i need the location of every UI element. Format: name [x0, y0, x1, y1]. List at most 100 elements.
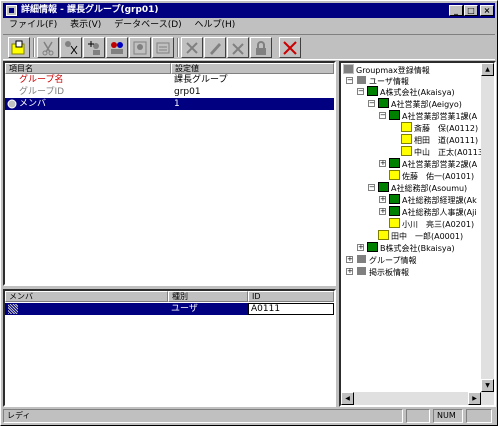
user-icon [389, 218, 400, 228]
tree-user-saito[interactable]: 斎藤 保(A0112) [401, 122, 478, 133]
tree-company-a[interactable]: A株式会社(Akaisya) [367, 86, 455, 97]
status-bar: レディ NUM [3, 407, 495, 425]
user-icon [401, 134, 412, 144]
delete-user-icon [186, 41, 198, 54]
member-row-icon [8, 304, 18, 314]
remove-button[interactable] [227, 37, 249, 58]
status-cell [406, 409, 430, 423]
properties-button[interactable] [129, 37, 151, 58]
member-id-input[interactable]: A0111 [248, 303, 334, 315]
user-icon [378, 230, 389, 240]
property-panel: 項目名 設定値 グループ名 課長グループ グループID grp01 メンバ 1 [3, 61, 336, 286]
section-icon [389, 110, 400, 120]
minimize-button[interactable]: _ [449, 5, 463, 16]
tree-company-b[interactable]: B株式会社(Bkaisya) [367, 242, 455, 253]
title-bar: 詳細情報 - 課長グループ(grp01) _ □ × [3, 3, 495, 18]
company-icon [367, 242, 378, 252]
register-button[interactable] [152, 37, 174, 58]
tree-panel: Groupmax登録情報 − ユーザ情報 − A株式会社(Akaisya) − … [339, 61, 496, 407]
member-icon [7, 99, 17, 109]
member-label: メンバ [19, 99, 47, 109]
folder-icon [11, 40, 25, 54]
expand-toggle[interactable]: − [368, 184, 375, 191]
expand-toggle[interactable]: + [379, 160, 386, 167]
tree-soumu-keiri[interactable]: A社総務部経理課(Ak [389, 194, 477, 205]
delete-user-button[interactable] [181, 37, 203, 58]
tree-user-sato[interactable]: 佐藤 佑一(A0101) [389, 170, 474, 181]
user-icon [401, 146, 412, 156]
member-value: 1 [174, 99, 180, 109]
menu-help[interactable]: ヘルプ(H) [195, 20, 236, 30]
tree-eigyo1[interactable]: A社営業部営業1課(A [389, 110, 477, 121]
header-member[interactable]: メンバ [5, 291, 168, 302]
expand-toggle[interactable]: − [357, 88, 364, 95]
pencil-icon [210, 42, 221, 55]
lock-button[interactable] [250, 37, 272, 58]
section-icon [389, 194, 400, 204]
tree-soumu[interactable]: A社総務部(Asoumu) [378, 182, 467, 193]
table-row[interactable]: グループID grp01 [5, 86, 334, 98]
expand-toggle[interactable]: + [357, 244, 364, 251]
num-indicator: NUM [433, 409, 463, 423]
tree-user-info[interactable]: ユーザ情報 [356, 75, 409, 86]
open-folder-button[interactable] [8, 37, 30, 58]
tree-user-nakayama[interactable]: 中山 正太(A0113 [401, 146, 483, 157]
edit-button[interactable] [204, 37, 226, 58]
scissors-icon [42, 41, 54, 55]
scroll-down-arrow[interactable]: ▼ [481, 379, 494, 392]
member-row[interactable]: ユーザ A0111 [5, 303, 334, 315]
tree-root[interactable]: Groupmax登録情報 [343, 64, 430, 75]
menu-view[interactable]: 表示(V) [70, 20, 101, 30]
table-row-selected[interactable]: メンバ 1 [5, 98, 334, 110]
group-icon [356, 254, 367, 264]
header-type[interactable]: 種別 [168, 291, 248, 302]
expand-toggle[interactable]: + [379, 196, 386, 203]
group-name-label: グループ名 [19, 75, 64, 85]
expand-toggle[interactable]: − [379, 112, 386, 119]
users-icon [111, 41, 123, 54]
tree-eigyo[interactable]: A社営業部(Aeigyo) [378, 98, 462, 109]
maximize-button[interactable]: □ [464, 5, 478, 16]
users-button[interactable] [106, 37, 128, 58]
vertical-scrollbar[interactable]: ▲ ▼ [481, 63, 494, 405]
scroll-up-arrow[interactable]: ▲ [481, 63, 494, 76]
register-icon [156, 42, 170, 53]
header-value[interactable]: 設定値 [171, 63, 334, 74]
user-icon [401, 122, 412, 132]
toolbar [3, 34, 495, 60]
status-text: レディ [3, 409, 403, 423]
expand-toggle[interactable]: − [346, 77, 353, 84]
header-item-name[interactable]: 項目名 [5, 63, 171, 74]
scroll-right-arrow[interactable]: ▶ [468, 392, 481, 405]
table-row[interactable]: グループ名 課長グループ [5, 74, 334, 86]
tree-user-tanaka[interactable]: 田中 一郎(A0001) [378, 230, 463, 241]
header-id[interactable]: ID [248, 291, 334, 302]
member-type: ユーザ [171, 304, 198, 314]
menu-bar: ファイル(F) 表示(V) データベース(D) ヘルプ(H) [3, 18, 495, 33]
expand-toggle[interactable]: + [346, 256, 353, 263]
add-user-button[interactable] [83, 37, 105, 58]
tree-soumu-jinji[interactable]: A社総務部人事課(Aji [389, 206, 477, 217]
scroll-left-arrow[interactable]: ◀ [341, 392, 354, 405]
section-icon [389, 158, 400, 168]
menu-database[interactable]: データベース(D) [114, 20, 182, 30]
user-cut-button[interactable] [60, 37, 82, 58]
menu-file[interactable]: ファイル(F) [9, 20, 57, 30]
horizontal-scrollbar[interactable]: ◀ ▶ [341, 392, 481, 405]
department-icon [378, 182, 389, 192]
expand-toggle[interactable]: − [368, 100, 375, 107]
expand-toggle[interactable]: + [346, 268, 353, 275]
tree-bbs-info[interactable]: 掲示板情報 [356, 266, 409, 277]
tree-group-info[interactable]: グループ情報 [356, 254, 417, 265]
cut-button[interactable] [37, 37, 59, 58]
company-icon [367, 86, 378, 96]
tree-user-ogawa[interactable]: 小川 亮三(A0201) [389, 218, 474, 229]
status-cell [466, 409, 492, 423]
tree-eigyo2[interactable]: A社営業部営業2課(A [389, 158, 477, 169]
expand-toggle[interactable]: + [379, 208, 386, 215]
main-window: 詳細情報 - 課長グループ(grp01) _ □ × ファイル(F) 表示(V)… [0, 0, 498, 426]
close-button[interactable]: × [480, 5, 494, 16]
close-x-button[interactable] [279, 37, 301, 58]
member-panel: メンバ 種別 ID ユーザ A0111 [3, 289, 336, 407]
tree-user-aida[interactable]: 相田 道(A0111) [401, 134, 478, 145]
